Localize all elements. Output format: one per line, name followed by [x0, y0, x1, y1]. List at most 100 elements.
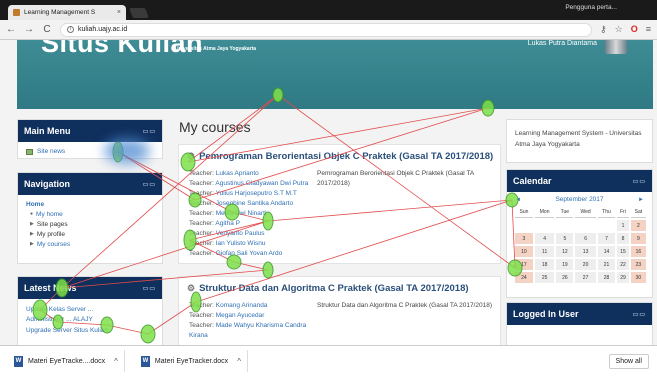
- block-controls-icon[interactable]: ▭▭: [633, 178, 646, 185]
- nav-item-site-pages[interactable]: ▶ Site pages: [30, 221, 154, 228]
- chevron-up-icon[interactable]: ^: [114, 357, 118, 366]
- calendar-day[interactable]: 27: [575, 272, 596, 283]
- calendar-day[interactable]: 3: [515, 233, 533, 244]
- teacher-name[interactable]: Megan Ayucedar: [216, 312, 265, 319]
- teacher-name[interactable]: Agitha P: [215, 220, 240, 227]
- next-month-arrow-icon[interactable]: ►: [638, 197, 644, 203]
- teacher-name[interactable]: Lukas Aprianto: [216, 170, 259, 177]
- calendar-day[interactable]: 19: [556, 259, 574, 270]
- browser-profile-name[interactable]: Pengguna perta...: [565, 4, 617, 11]
- calendar-day[interactable]: 10: [515, 246, 533, 257]
- calendar-day[interactable]: 9: [630, 233, 646, 244]
- teacher-label: Teacher:: [189, 230, 214, 237]
- course-title-link[interactable]: ⚙ Pemrograman Berorientasi Objek C Prakt…: [187, 151, 493, 162]
- teacher-row: Teacher: Agustinus Gladyawan Dwi Putra: [189, 179, 319, 189]
- calendar-empty-cell: [515, 220, 533, 231]
- navigation-list: ● My home ▶ Site pages ▶ My profile ▶ My cou…: [26, 211, 154, 248]
- news-item[interactable]: Administrator ... ALAJY: [26, 315, 154, 325]
- download-filename: Materi EyeTracker.docx: [154, 357, 229, 365]
- browser-tab[interactable]: Learning Management S ×: [8, 5, 126, 20]
- calendar-month-nav: ◄ September 2017 ►: [507, 192, 652, 205]
- calendar-day[interactable]: 12: [556, 246, 574, 257]
- chevron-up-icon[interactable]: ^: [237, 357, 241, 366]
- calendar-block: Calendar ▭▭ ◄ September 2017 ► Sun Mon Tue…: [506, 169, 653, 298]
- calendar-day-header: Sun: [515, 207, 533, 218]
- teacher-name[interactable]: Komang Arinanda: [216, 302, 268, 309]
- news-item[interactable]: Update Kelas Server ...: [26, 305, 154, 315]
- calendar-day[interactable]: 13: [575, 246, 596, 257]
- password-key-icon[interactable]: ⚷: [600, 24, 607, 35]
- teacher-name[interactable]: Ian Yulisto Wisnu: [216, 240, 266, 247]
- course-title-link[interactable]: ⚙ Struktur Data dan Algoritma C Praktek …: [187, 283, 469, 294]
- lms-info-text: Learning Management System - Universitas…: [515, 130, 642, 148]
- calendar-day[interactable]: 29: [617, 272, 629, 283]
- site-favicon-icon: [13, 9, 20, 16]
- teacher-label: Teacher:: [189, 240, 214, 247]
- browser-menu-icon[interactable]: ≡: [646, 24, 651, 35]
- calendar-day[interactable]: 20: [575, 259, 596, 270]
- calendar-day[interactable]: 26: [556, 272, 574, 283]
- teacher-name[interactable]: Yulius Harjoseputro S.T M.T: [216, 190, 297, 197]
- calendar-day[interactable]: 16: [630, 246, 646, 257]
- show-all-downloads-button[interactable]: Show all: [608, 353, 649, 369]
- calendar-day[interactable]: 18: [534, 259, 555, 270]
- nav-item-my-profile[interactable]: ▶ My profile: [30, 231, 154, 238]
- calendar-title: Calendar: [513, 176, 552, 186]
- back-arrow-icon[interactable]: ←: [6, 24, 16, 35]
- teacher-label: Teacher:: [189, 322, 214, 329]
- opera-extension-icon[interactable]: O: [631, 24, 638, 35]
- tab-title: Learning Management S: [24, 9, 96, 16]
- calendar-day[interactable]: 8: [617, 233, 629, 244]
- calendar-day[interactable]: 17: [515, 259, 533, 270]
- calendar-day[interactable]: 15: [617, 246, 629, 257]
- calendar-day[interactable]: 21: [597, 259, 616, 270]
- nav-item-my-home[interactable]: ● My home: [30, 211, 154, 218]
- site-subtitle: Universitas Atma Jaya Yogyakarta: [175, 46, 257, 52]
- calendar-month[interactable]: September 2017: [555, 196, 603, 203]
- calendar-day[interactable]: 14: [597, 246, 616, 257]
- page-title: My courses: [179, 119, 251, 135]
- calendar-day[interactable]: 22: [617, 259, 629, 270]
- course-card: ⚙ Pemrograman Berorientasi Objek C Prakt…: [178, 144, 501, 264]
- calendar-day[interactable]: 30: [630, 272, 646, 283]
- navigation-header: Navigation ▭▭: [18, 173, 162, 195]
- calendar-day[interactable]: 25: [534, 272, 555, 283]
- calendar-day[interactable]: 24: [515, 272, 533, 283]
- calendar-week-row: 24 25 26 27 28 29 30: [515, 272, 646, 283]
- user-name[interactable]: Lukas Putra Diantama: [528, 40, 597, 47]
- address-bar[interactable]: i kuliah.uajy.ac.id: [60, 22, 593, 37]
- forward-arrow-icon[interactable]: →: [24, 24, 34, 35]
- site-info-icon[interactable]: i: [67, 26, 74, 33]
- prev-month-arrow-icon[interactable]: ◄: [515, 197, 521, 203]
- teacher-name[interactable]: Josephine Santika Andarto: [216, 200, 293, 207]
- avatar[interactable]: [605, 40, 627, 54]
- teacher-label: Teacher:: [189, 220, 214, 227]
- tab-close-icon[interactable]: ×: [117, 9, 121, 16]
- calendar-day[interactable]: 5: [556, 233, 574, 244]
- calendar-day[interactable]: 4: [534, 233, 555, 244]
- block-controls-icon[interactable]: ▭▭: [143, 181, 156, 188]
- teacher-name[interactable]: Veriyanto Paulus: [216, 230, 265, 237]
- block-controls-icon[interactable]: ▭▭: [143, 128, 156, 135]
- calendar-day[interactable]: 7: [597, 233, 616, 244]
- nav-item-my-courses[interactable]: ▶ My courses: [30, 241, 154, 248]
- nav-home-link[interactable]: Home: [26, 201, 154, 208]
- calendar-day[interactable]: 6: [575, 233, 596, 244]
- block-controls-icon[interactable]: ▭▭: [633, 311, 646, 318]
- teacher-name[interactable]: Giofan Sali Yovan Ardo: [216, 250, 283, 257]
- calendar-day[interactable]: 2: [630, 220, 646, 231]
- word-document-icon: W: [14, 355, 23, 367]
- calendar-day[interactable]: 1: [617, 220, 629, 231]
- calendar-day[interactable]: 23: [630, 259, 646, 270]
- bookmark-star-icon[interactable]: ☆: [615, 24, 623, 35]
- reload-icon[interactable]: C: [42, 24, 52, 35]
- news-item[interactable]: Upgrade Server Situs Kuliah: [26, 326, 154, 336]
- download-item[interactable]: W Materi EyeTracke....docx ^: [8, 350, 125, 372]
- teacher-name[interactable]: Agustinus Gladyawan Dwi Putra: [215, 180, 308, 187]
- calendar-day[interactable]: 28: [597, 272, 616, 283]
- teacher-name[interactable]: Melita Dwi Ninarti: [216, 210, 267, 217]
- new-tab-button[interactable]: [129, 8, 149, 18]
- block-controls-icon[interactable]: ▭▭: [143, 285, 156, 292]
- download-item[interactable]: W Materi EyeTracker.docx ^: [135, 350, 248, 372]
- calendar-day[interactable]: 11: [534, 246, 555, 257]
